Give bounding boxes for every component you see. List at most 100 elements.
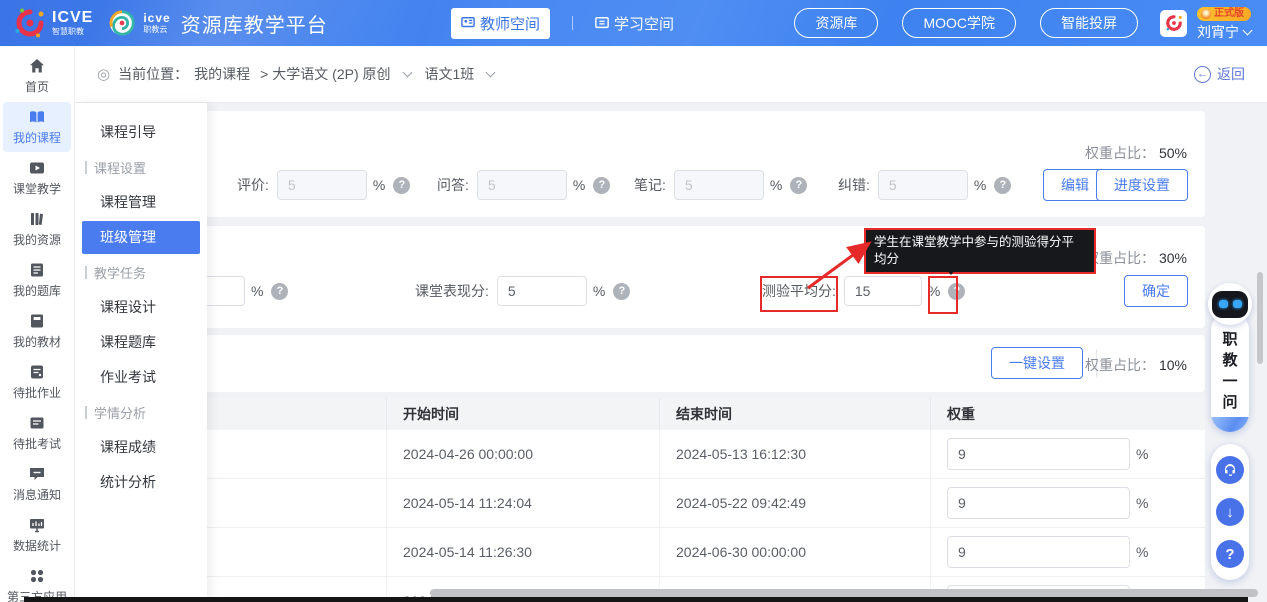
one-click-setup-button[interactable]: 一键设置 (991, 347, 1083, 379)
tab-learning-space[interactable]: 学习空间 (595, 13, 674, 34)
row-weight-input[interactable] (947, 536, 1130, 568)
menu-item-course-question-bank[interactable]: 课程题库 (75, 325, 207, 360)
resource-library-button[interactable]: 资源库 (794, 8, 878, 38)
sidebar-item-notifications[interactable]: 消息通知 (3, 459, 71, 509)
course-menu: 课程引导 课程设置 课程管理 班级管理 教学任务 课程设计 课程题库 作业考试 … (75, 103, 207, 602)
help-icon[interactable]: ? (994, 177, 1011, 194)
question-bank-icon (28, 261, 46, 279)
start-time-cell: 2024-05-14 11:26:30 (387, 528, 660, 576)
breadcrumb: ◎ 当前位置： 我的课程 > 大学语文 (2P) 原创 语文1班 ← 返回 (75, 46, 1267, 103)
avatar[interactable] (1160, 10, 1187, 37)
assistant-widget: 职 教 一 问 ↓ ? × (1206, 283, 1254, 602)
apps-grid-icon (28, 567, 46, 585)
start-time-cell: 2024-04-26 00:00:00 (387, 430, 660, 478)
help-center-button[interactable]: ? (1216, 540, 1244, 568)
qa-input[interactable] (477, 170, 567, 200)
field-qa: 问答: % ? (437, 170, 610, 200)
assistant-toolbar: ↓ ? (1211, 444, 1249, 580)
download-button[interactable]: ↓ (1216, 498, 1244, 526)
evaluation-input[interactable] (277, 170, 367, 200)
menu-section-course-settings: 课程设置 (75, 150, 207, 185)
sidebar-item-my-resources[interactable]: 我的资源 (3, 204, 71, 254)
sidebar-item-my-question-bank[interactable]: 我的题库 (3, 255, 71, 305)
brand2-name: icve (143, 12, 170, 24)
edition-badge: 正式版 (1197, 7, 1251, 21)
menu-item-course-design[interactable]: 课程设计 (75, 290, 207, 325)
breadcrumb-my-courses[interactable]: 我的课程 (194, 64, 250, 84)
help-icon[interactable]: ? (271, 283, 288, 300)
weight-ratio-10: 权重占比：10% (1085, 355, 1187, 375)
help-icon[interactable]: ? (790, 177, 807, 194)
back-button[interactable]: ← 返回 (1194, 64, 1245, 84)
end-time-cell: 2024-05-13 16:12:30 (660, 430, 931, 478)
table-header-end-time: 结束时间 (660, 398, 931, 430)
icve-cloud-logo-icon (107, 8, 137, 38)
assistant-label[interactable]: 职 教 一 问 (1211, 311, 1249, 432)
assistant-robot-icon[interactable] (1208, 283, 1252, 325)
table-row: 2024-05-14 11:24:04 2024-05-22 09:42:49 … (95, 479, 1205, 528)
help-icon[interactable]: ? (393, 177, 410, 194)
row-weight-input[interactable] (947, 438, 1130, 470)
progress-settings-button[interactable]: 进度设置 (1096, 169, 1188, 201)
sidebar-item-my-textbooks[interactable]: 我的教材 (3, 306, 71, 356)
download-icon: ↓ (1226, 504, 1234, 521)
customer-service-button[interactable] (1216, 456, 1244, 484)
sidebar-item-pending-exams[interactable]: 待批考试 (3, 408, 71, 458)
sidebar-item-home[interactable]: 首页 (3, 51, 71, 101)
class-dropdown-icon[interactable] (486, 68, 496, 78)
menu-item-homework-exams[interactable]: 作业考试 (75, 360, 207, 395)
sidebar-item-classroom-teaching[interactable]: 课堂教学 (3, 153, 71, 203)
field-quiz-average: 测验平均分: % ? (762, 276, 965, 306)
sidebar-item-third-party-apps[interactable]: 第三方应用 (3, 561, 71, 602)
location-pin-icon: ◎ (97, 65, 110, 83)
notes-input[interactable] (674, 170, 764, 200)
tab-teacher-space[interactable]: 教师空间 (451, 8, 550, 39)
help-icon[interactable]: ? (613, 283, 630, 300)
menu-item-class-management[interactable]: 班级管理 (82, 221, 200, 254)
weight-ratio-30: 权重占比：30% (1085, 248, 1187, 268)
chevron-down-icon (1243, 26, 1253, 36)
exam-icon (28, 414, 46, 432)
sidebar-item-pending-homework[interactable]: 待批作业 (3, 357, 71, 407)
table-header-row: 开始时间 结束时间 权重 (95, 398, 1205, 430)
icve-logo-icon (14, 7, 46, 39)
breadcrumb-class-name[interactable]: 语文1班 (425, 64, 475, 84)
quiz-average-input[interactable] (844, 276, 922, 306)
table-row: 2024-05-14 11:26:30 2024-06-30 00:00:00 … (95, 528, 1205, 577)
table-row: 2024-04-26 00:00:00 2024-05-13 16:12:30 … (95, 430, 1205, 479)
start-time-cell: 2024-05-14 11:24:04 (387, 479, 660, 527)
menu-item-course-grades[interactable]: 课程成绩 (75, 430, 207, 465)
menu-item-course-guide[interactable]: 课程引导 (75, 115, 207, 150)
weight-ratio-50: 权重占比：50% (1085, 143, 1187, 163)
wave-decoration (1211, 417, 1249, 432)
class-performance-input[interactable] (497, 276, 587, 306)
tooltip-caret (944, 266, 958, 282)
horizontal-scrollbar-thumb[interactable] (430, 589, 1258, 597)
sidebar-item-my-courses[interactable]: 我的课程 (3, 102, 71, 152)
sidebar-item-data-statistics[interactable]: 数据统计 (3, 510, 71, 560)
smart-casting-button[interactable]: 智能投屏 (1040, 8, 1138, 38)
menu-section-learning-analysis: 学情分析 (75, 395, 207, 430)
row-weight-input[interactable] (947, 487, 1130, 519)
top-header: ICVE 智慧职教 icve 职教云 资源库教学平台 教师空间 (0, 0, 1267, 46)
avatar-logo-icon (1164, 13, 1184, 33)
menu-item-course-management[interactable]: 课程管理 (75, 185, 207, 220)
corrections-input[interactable] (878, 170, 968, 200)
quiz-help-icon[interactable]: ? (948, 283, 965, 300)
help-icon[interactable]: ? (593, 177, 610, 194)
course-dropdown-icon[interactable] (402, 68, 412, 78)
breadcrumb-separator: > (260, 66, 268, 82)
books-icon (28, 210, 46, 228)
user-info[interactable]: 正式版 刘宵宁 (1197, 7, 1251, 39)
textbook-icon (28, 312, 46, 330)
mooc-college-button[interactable]: MOOC学院 (902, 8, 1016, 38)
breadcrumb-course-name[interactable]: 大学语文 (2P) 原创 (272, 64, 390, 84)
breadcrumb-label: 当前位置： (118, 64, 188, 84)
vertical-scrollbar-thumb[interactable] (1257, 272, 1263, 364)
confirm-button[interactable]: 确定 (1124, 275, 1188, 307)
question-icon: ? (1225, 546, 1234, 563)
brand2-sub: 职教云 (143, 26, 170, 34)
menu-item-statistical-analysis[interactable]: 统计分析 (75, 465, 207, 500)
nav-separator (572, 16, 573, 30)
header-nav: 教师空间 学习空间 (451, 8, 674, 39)
